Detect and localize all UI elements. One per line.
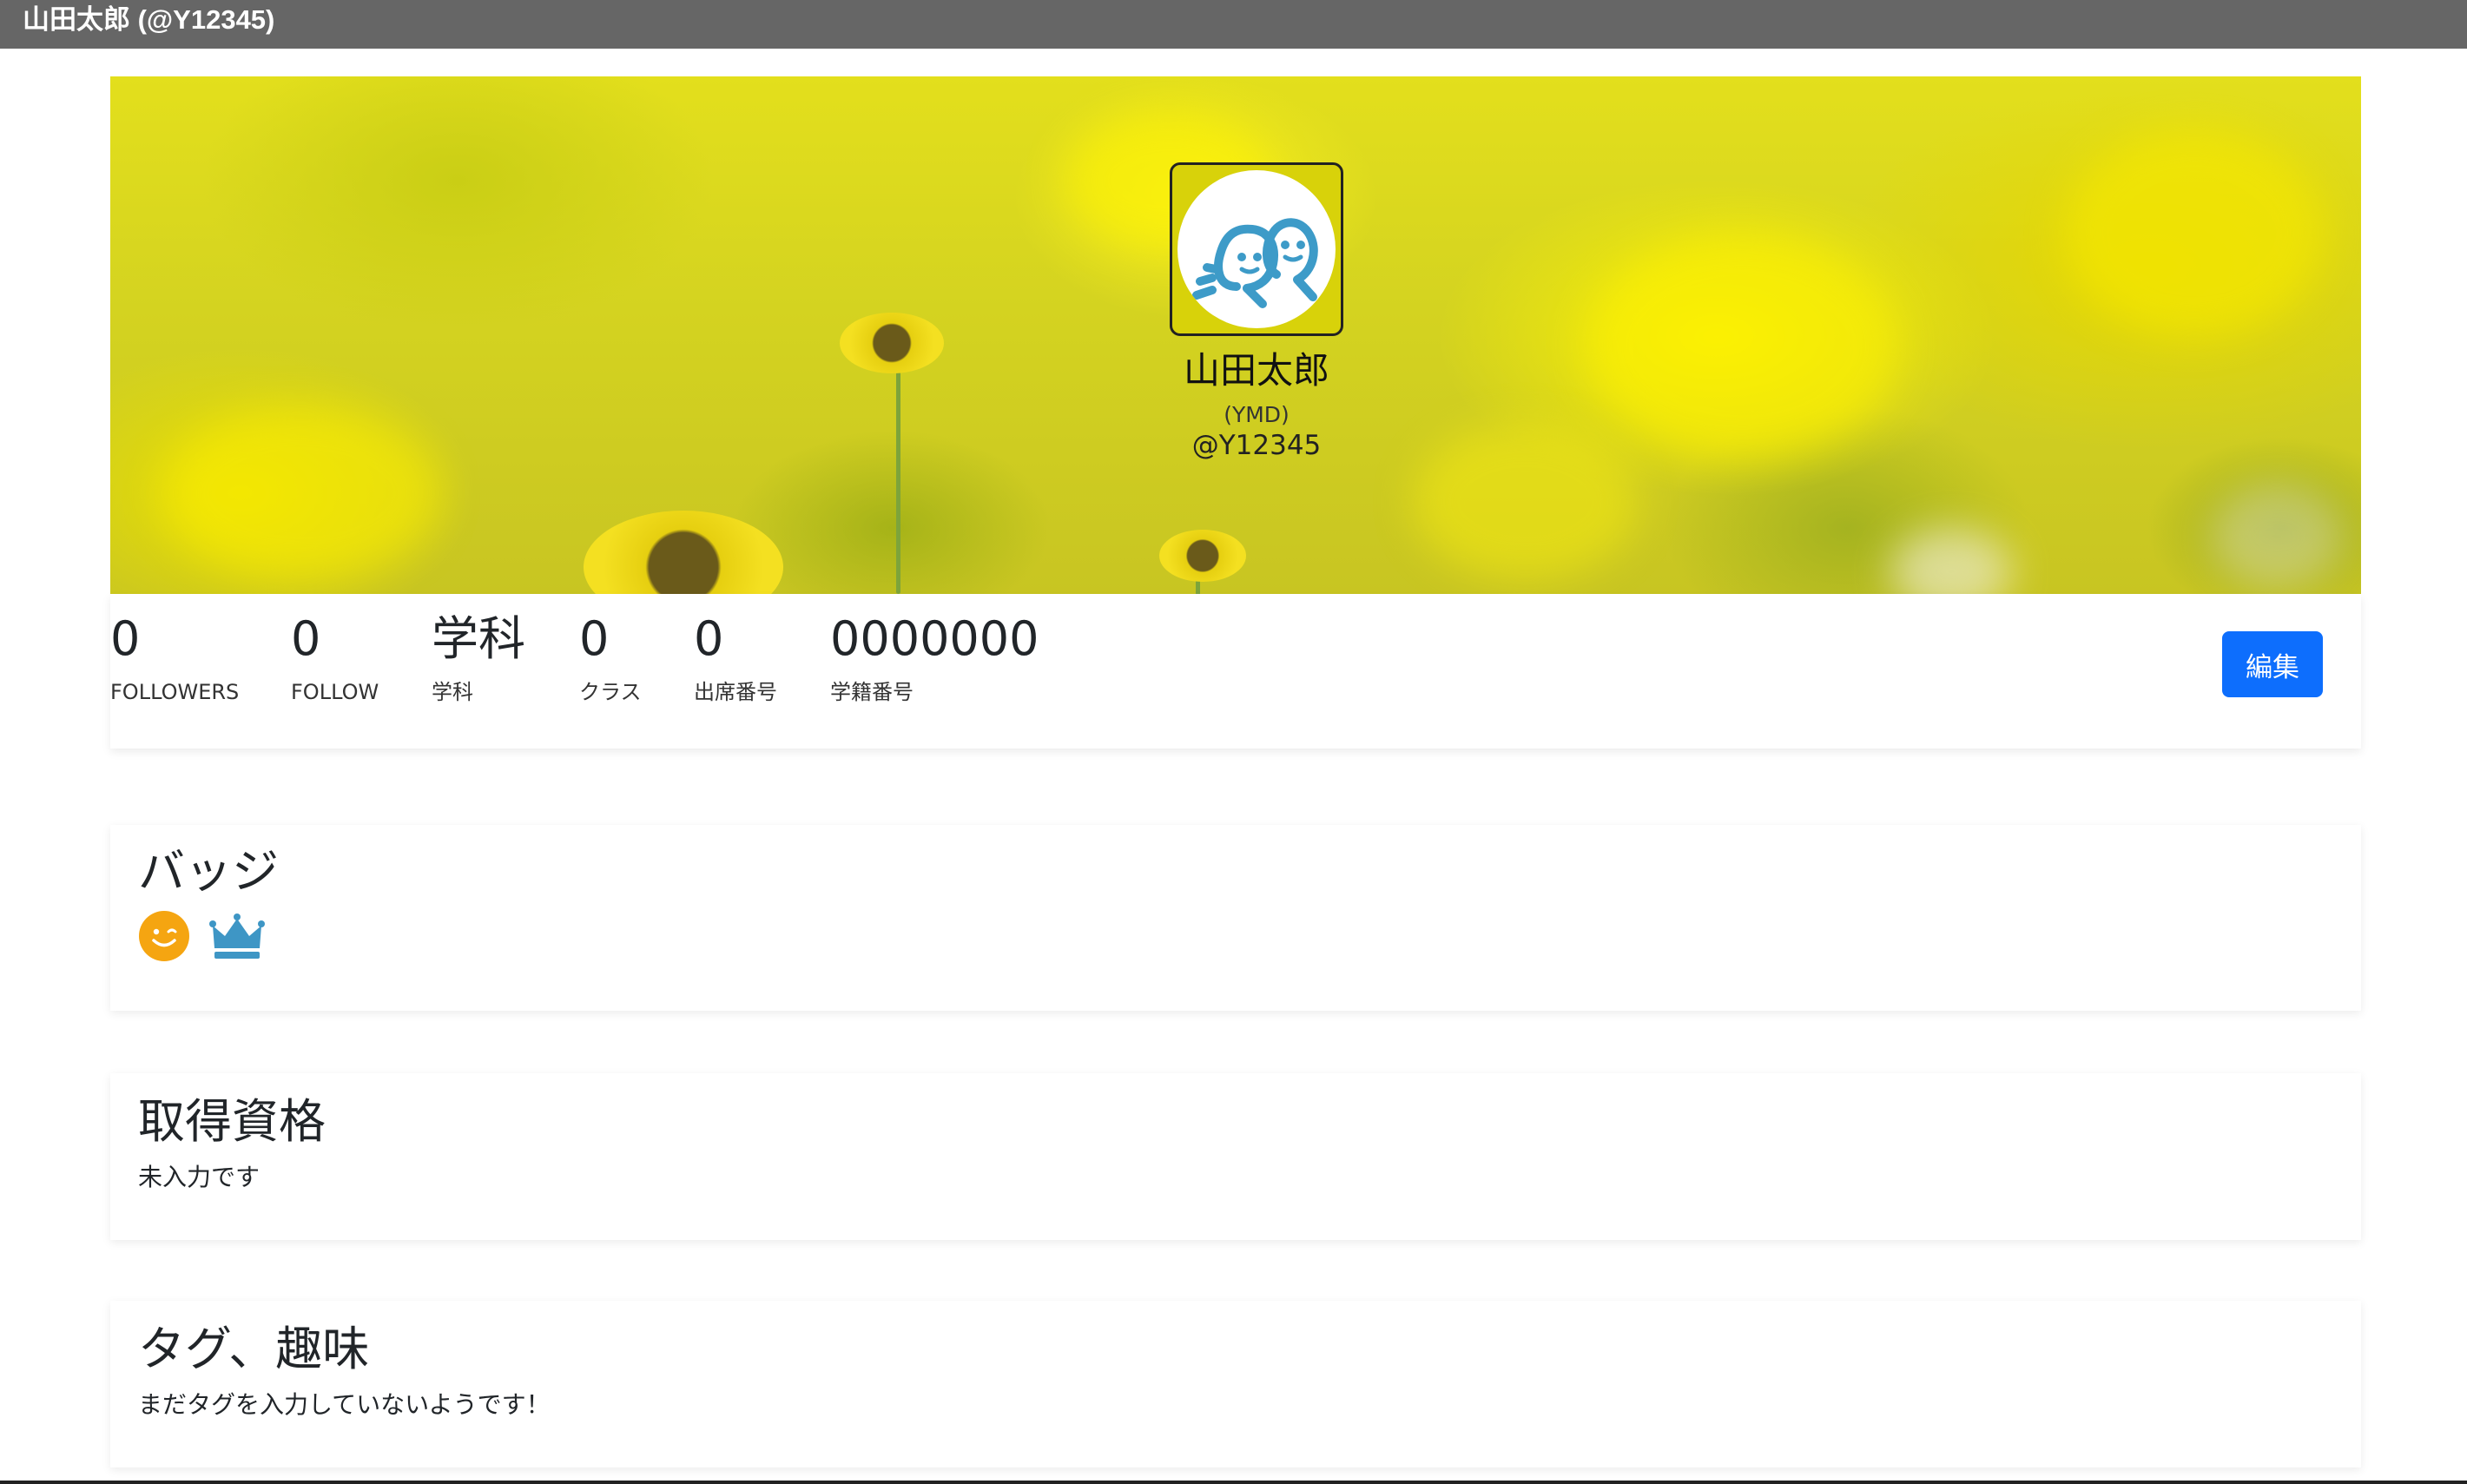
qualifications-title: 取得資格 [138,1094,326,1149]
stats-bar: 0 FOLLOWERS 0 FOLLOW 学科 学科 0 クラス 0 出席番号 … [110,594,2361,749]
stat-class: 0 クラス [579,611,642,705]
stat-label: クラス [579,680,642,704]
stat-label: FOLLOW [291,680,379,704]
qualifications-text: 未入力です [138,1163,261,1191]
badges-card: バッジ [110,825,2361,1011]
two-smiling-figures-icon [1192,218,1318,308]
profile-name: 山田太郎 [1183,349,1329,392]
badges-title: バッジ [138,844,279,899]
crown-icon[interactable] [209,912,265,960]
stat-value: 0 [291,611,321,666]
smiley-face-icon[interactable] [138,910,190,962]
stat-value: 0 [579,611,610,666]
badge-list [138,910,2361,962]
qualifications-card: 取得資格 未入力です [110,1073,2361,1240]
stat-followers[interactable]: 0 FOLLOWERS [110,611,239,705]
stat-value: 0 [694,611,724,666]
avatar[interactable] [1170,162,1343,336]
tags-title: タグ、趣味 [138,1322,370,1376]
stat-follow[interactable]: 0 FOLLOW [291,611,379,705]
cover-image: 山田太郎 (YMD) @Y12345 [110,76,2361,594]
stat-value: 0 [110,611,141,666]
profile-page: 山田太郎 (YMD) @Y12345 0 FOLLOWERS 0 FOLLOW … [110,76,2361,749]
profile-handle: @Y12345 [1191,430,1322,461]
stat-label: FOLLOWERS [110,680,240,704]
window-title: 山田太郎 (@Y12345) [0,0,2467,49]
profile-header: 山田太郎 (YMD) @Y12345 [1152,162,1361,463]
stat-student-id: 0000000 学籍番号 [830,611,1039,705]
stat-label: 学科 [432,680,473,704]
stat-label: 出席番号 [694,680,777,704]
tags-text: まだタグを入力していないようです！ [138,1390,551,1419]
stat-value: 0000000 [830,611,1039,666]
profile-reading: (YMD) [1224,402,1290,427]
edit-button[interactable]: 編集 [2222,631,2323,697]
stat-attendance-number: 0 出席番号 [694,611,777,705]
stat-label: 学籍番号 [830,680,914,704]
stat-value: 学科 [432,611,525,666]
window-bottom-border [0,1481,2467,1484]
stat-department: 学科 学科 [432,611,525,705]
tags-card: タグ、趣味 まだタグを入力していないようです！ [110,1301,2361,1468]
